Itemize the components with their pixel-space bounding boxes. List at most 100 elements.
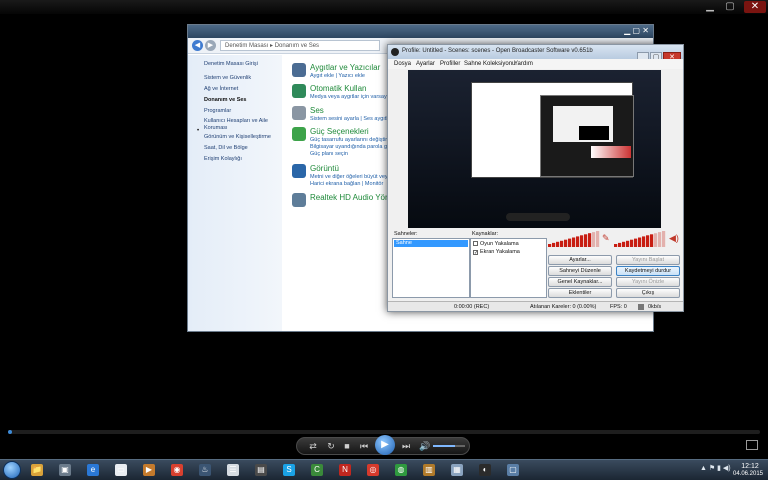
printer-icon [292, 63, 306, 77]
close-icon[interactable]: ✕ [744, 1, 766, 13]
taskbar-app-button[interactable]: ▤ [250, 461, 272, 479]
meter-bar [642, 236, 646, 247]
back-icon[interactable]: ◀ [192, 40, 203, 51]
meter-bar [638, 237, 642, 247]
next-icon[interactable]: ⏭ [399, 439, 413, 453]
category-title[interactable]: Güç Seçenekleri [310, 127, 369, 136]
menu-help[interactable]: Yardım [514, 61, 533, 67]
stop-icon[interactable]: ■ [341, 439, 353, 453]
volume-slider[interactable] [433, 445, 465, 447]
mic-volume-meter[interactable] [548, 231, 600, 247]
taskbar-app-button[interactable]: ♨ [194, 461, 216, 479]
obs-statusbar: 0:00:00 (REC) Atılanan Kareler: 0 (0.00%… [388, 301, 683, 311]
menu-scene-collection[interactable]: Sahne Koleksiyonu [464, 61, 515, 67]
sidebar-item-programs[interactable]: Programlar [204, 108, 280, 115]
taskbar-app-button[interactable]: ☰ [222, 461, 244, 479]
window-buttons[interactable]: ▁ ▢ ✕ [624, 26, 649, 35]
meter-bar [622, 241, 626, 247]
sidebar-item-appearance[interactable]: Görünüm ve Kişiselleştirme [204, 134, 280, 141]
preview-stream-button[interactable]: Yayını Önizle [616, 277, 680, 287]
category-links[interactable]: Medya veya aygıtlar için varsayılanı [310, 94, 397, 101]
menu-profiles[interactable]: Profiller [440, 61, 460, 67]
start-button[interactable] [3, 461, 21, 479]
meter-bar [580, 235, 584, 247]
fullscreen-icon[interactable] [746, 440, 758, 450]
taskbar-app-button[interactable]: e [82, 461, 104, 479]
seek-bar[interactable] [8, 430, 760, 434]
record-icon: ◎ [367, 464, 379, 476]
taskbar-app-button[interactable]: C [306, 461, 328, 479]
audio-manager-icon [292, 193, 306, 207]
shuffle-icon[interactable]: ⇄ [307, 439, 319, 453]
equalizer-icon: ▥ [423, 464, 435, 476]
sidebar-item-hardware-sound[interactable]: Donanım ve Ses [204, 97, 280, 104]
taskbar-app-button[interactable]: ◉ [166, 461, 188, 479]
monitor-icon [292, 164, 306, 178]
settings-button[interactable]: Ayarlar... [548, 255, 612, 265]
meter-bar [630, 239, 634, 247]
meter-bar [596, 231, 600, 247]
menu-settings[interactable]: Ayarlar [416, 61, 435, 67]
list-item[interactable]: Sahne [394, 240, 468, 247]
taskbar-app-button[interactable]: ▣ [54, 461, 76, 479]
taskbar-app-button[interactable]: 📁 [26, 461, 48, 479]
edit-scene-button[interactable]: Sahneyi Düzenle [548, 266, 612, 276]
sidebar-item-system-security[interactable]: Sistem ve Güvenlik [204, 75, 280, 82]
clock-time[interactable]: 12:12 [735, 463, 765, 470]
taskbar-app-button[interactable]: ▦ [446, 461, 468, 479]
exit-button[interactable]: Çıkış [616, 288, 680, 298]
taskbar-app-button[interactable]: ◍ [390, 461, 412, 479]
global-sources-button[interactable]: Genel Kaynaklar... [548, 277, 612, 287]
taskbar-app-button[interactable]: ▶ [138, 461, 160, 479]
obs-icon: ◐ [479, 464, 491, 476]
list-item[interactable]: ✓ Ekran Yakalama [473, 249, 520, 256]
previous-icon[interactable]: ⏮ [357, 439, 371, 453]
category-links[interactable]: Sistem sesini ayarla | Ses aygıtlarını [310, 116, 399, 123]
taskbar-app-button[interactable]: ▥ [418, 461, 440, 479]
category-title[interactable]: Ses [310, 106, 324, 115]
sidebar-item-ease-of-access[interactable]: Erişim Kolaylığı [204, 156, 280, 163]
meter-bar [662, 231, 666, 247]
checkbox[interactable]: ✓ [473, 250, 478, 256]
repeat-icon[interactable]: ↻ [325, 439, 337, 453]
taskbar-app-button[interactable]: ◎ [362, 461, 384, 479]
nested-audio-meter [591, 146, 631, 158]
menu-file[interactable]: Dosya [394, 61, 411, 67]
checkbox[interactable] [473, 241, 478, 246]
play-icon[interactable]: ▶ [375, 435, 395, 455]
taskbar-app-button[interactable]: ▭ [110, 461, 132, 479]
sidebar-item-user-accounts[interactable]: Kullanıcı Hesapları ve Aile Koruması [204, 118, 280, 132]
taskbar-app-button[interactable]: S [278, 461, 300, 479]
start-stream-button[interactable]: Yayını Başlat [616, 255, 680, 265]
sidebar-item-home[interactable]: Denetim Masası Girişi [204, 61, 280, 68]
category-title[interactable]: Görüntü [310, 164, 339, 173]
speaker-icon[interactable]: ◀) [669, 233, 679, 244]
sources-list[interactable]: Oyun Yakalama ✓ Ekran Yakalama [470, 238, 547, 298]
taskbar-app-button[interactable]: ▢ [502, 461, 524, 479]
category-links[interactable]: Aygıt ekle | Yazıcı ekle [310, 73, 365, 80]
taskbar-app-button[interactable]: ◐ [474, 461, 496, 479]
microphone-icon[interactable]: ✎ [602, 233, 610, 244]
plugins-button[interactable]: Eklentiler [548, 288, 612, 298]
stop-recording-button[interactable]: Kaydetmeyi durdur [616, 266, 680, 276]
clock-date[interactable]: 04.06.2015 [729, 471, 767, 477]
taskbar-app-button[interactable]: N [334, 461, 356, 479]
sidebar-item-network[interactable]: Ağ ve İnternet [204, 86, 280, 93]
skype-icon: S [283, 464, 295, 476]
maximize-icon[interactable]: ▢ [722, 1, 738, 13]
address-bar[interactable]: Denetim Masası ▸ Donanım ve Ses [220, 40, 380, 51]
category-title[interactable]: Aygıtlar ve Yazıcılar [310, 63, 380, 72]
sources-label: Kaynaklar: [472, 231, 498, 237]
scenes-list[interactable]: Sahne [392, 238, 470, 298]
forward-icon[interactable]: ▶ [205, 40, 216, 51]
volume-icon[interactable]: 🔊 [419, 439, 431, 453]
meter-bar [618, 242, 622, 247]
obs-window-title: Profile: Untitled - Scenes: scenes - Ope… [402, 48, 593, 54]
minimize-icon[interactable]: ▁ [702, 1, 718, 13]
tray-icons[interactable]: ▲ ⚑ ▮ ◀) [700, 464, 731, 472]
sidebar-item-clock-region[interactable]: Saat, Dil ve Bölge [204, 145, 280, 152]
list-item[interactable]: Oyun Yakalama [473, 241, 519, 247]
obs-preview[interactable] [408, 70, 661, 228]
desktop-volume-meter[interactable] [614, 231, 666, 247]
category-title[interactable]: Otomatik Kullan [310, 84, 366, 93]
